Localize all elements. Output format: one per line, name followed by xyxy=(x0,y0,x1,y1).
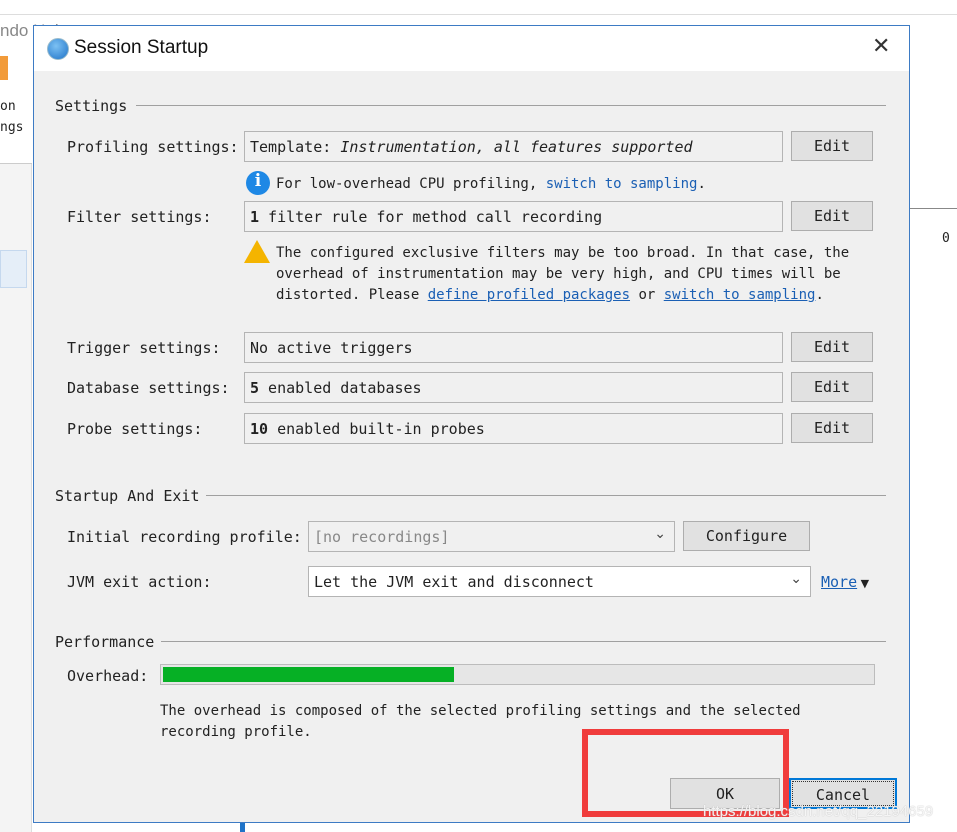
filter-settings-label: Filter settings: xyxy=(67,208,212,226)
performance-heading: Performance xyxy=(55,633,155,651)
divider xyxy=(136,105,886,106)
switch-to-sampling-link-2[interactable]: switch to sampling xyxy=(664,287,816,303)
probe-settings-label: Probe settings: xyxy=(67,420,203,438)
database-settings-field: 5 enabled databases xyxy=(244,372,783,403)
overhead-progress-fill xyxy=(163,667,454,682)
probe-edit-button[interactable]: Edit xyxy=(791,413,873,443)
database-edit-button[interactable]: Edit xyxy=(791,372,873,402)
probe-settings-field: 10 enabled built-in probes xyxy=(244,413,783,444)
warning-text: The configured exclusive filters may be … xyxy=(276,245,850,303)
dialog-title: Session Startup xyxy=(74,37,209,58)
info-text: For low-overhead CPU profiling, switch t… xyxy=(276,176,706,192)
overhead-label: Overhead: xyxy=(67,667,149,685)
session-startup-dialog: Session Startup ✕ Settings Profiling set… xyxy=(33,25,910,823)
info-icon: i xyxy=(246,171,270,195)
close-icon[interactable]: ✕ xyxy=(872,34,890,59)
filter-settings-field: 1 filter rule for method call recording xyxy=(244,201,783,232)
background-row-marker xyxy=(240,822,245,832)
profiling-edit-button[interactable]: Edit xyxy=(791,131,873,161)
profiling-settings-label: Profiling settings: xyxy=(67,138,239,156)
trigger-settings-label: Trigger settings: xyxy=(67,339,221,357)
session-settings-icon xyxy=(0,56,8,80)
profiling-settings-field: Template: Instrumentation, all features … xyxy=(244,131,783,162)
background-ruler: 0 xyxy=(910,208,957,248)
trigger-edit-button[interactable]: Edit xyxy=(791,332,873,362)
watermark: https://blog.csdn.net/qq_22194659 xyxy=(703,803,934,820)
initial-recording-select[interactable]: [no recordings] ⌄ xyxy=(308,521,675,552)
chevron-down-icon: ⌄ xyxy=(654,526,666,542)
overhead-progress-bar xyxy=(160,664,875,685)
switch-to-sampling-link[interactable]: switch to sampling xyxy=(546,176,698,192)
define-profiled-packages-link[interactable]: define profiled packages xyxy=(428,287,630,303)
filter-edit-button[interactable]: Edit xyxy=(791,201,873,231)
background-toolbar-button[interactable]: on ngs xyxy=(0,44,32,164)
more-menu[interactable]: More ▼ xyxy=(821,573,869,591)
trigger-settings-field: No active triggers xyxy=(244,332,783,363)
startup-exit-heading: Startup And Exit xyxy=(55,487,200,505)
database-settings-label: Database settings: xyxy=(67,379,230,397)
divider xyxy=(161,641,886,642)
app-icon xyxy=(47,38,69,60)
settings-heading: Settings xyxy=(55,97,128,115)
title-bar[interactable]: Session Startup ✕ xyxy=(34,26,909,71)
jvm-exit-select[interactable]: Let the JVM exit and disconnect ⌄ xyxy=(308,566,811,597)
divider xyxy=(206,495,886,496)
configure-button[interactable]: Configure xyxy=(683,521,810,551)
initial-recording-label: Initial recording profile: xyxy=(67,528,302,546)
jvm-exit-label: JVM exit action: xyxy=(67,573,212,591)
triangle-down-icon: ▼ xyxy=(857,577,870,590)
chevron-down-icon: ⌄ xyxy=(790,571,802,587)
warning-icon xyxy=(244,240,270,263)
background-selected-item[interactable] xyxy=(0,250,27,288)
